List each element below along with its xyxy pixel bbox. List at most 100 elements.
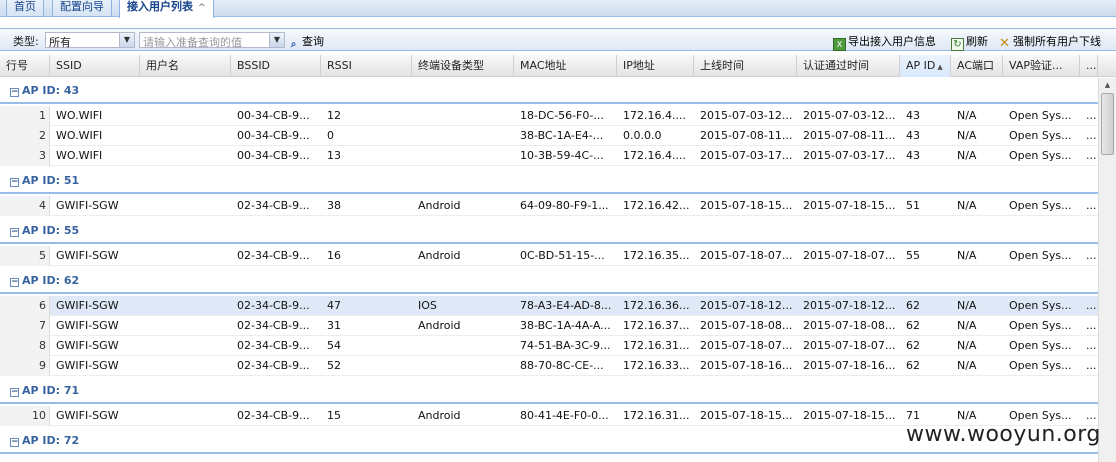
table-row[interactable]: 5 GWIFI-SGW 02-34-CB-9... 16 Android 0C-BD-51… (0, 246, 1098, 266)
collapse-icon[interactable]: − (10, 178, 19, 187)
refresh-button[interactable]: ↻ 刷新 (951, 33, 988, 51)
cell-auth-time: 2015-07-08-11... (803, 129, 896, 142)
cell-device-type (418, 106, 513, 126)
type-select[interactable]: 所有 ▼ (45, 32, 135, 49)
column-header-bssid[interactable]: BSSID (231, 55, 321, 77)
cell-username (146, 196, 230, 216)
group-header[interactable]: − AP ID: 55 (0, 218, 1098, 244)
scroll-up-icon[interactable]: ▲ (1101, 79, 1114, 91)
column-header-online-time[interactable]: 上线时间 (694, 55, 797, 77)
tab-home[interactable]: 首页 (6, 0, 44, 17)
chevron-down-icon[interactable]: ▼ (269, 33, 284, 47)
cell-device-type: IOS (418, 299, 437, 312)
cell-username (146, 106, 230, 126)
tab-close-icon[interactable]: ^ (198, 3, 206, 13)
column-header-mac[interactable]: MAC地址 (514, 55, 617, 77)
group-title-label: AP ID: 72 (22, 434, 80, 447)
export-button[interactable]: X 导出接入用户信息 (833, 33, 936, 51)
scroll-thumb[interactable] (1101, 93, 1114, 155)
cell-more: ... (1086, 299, 1097, 312)
export-excel-icon: X (833, 38, 846, 51)
column-header-label: 终端设备类型 (418, 59, 484, 72)
cell-online-time: 2015-07-03-12... (700, 109, 793, 122)
column-header-auth-time[interactable]: 认证通过时间 (797, 55, 900, 77)
group-title: − AP ID: 51 (10, 174, 79, 187)
table-row[interactable]: 3 WO.WIFI 00-34-CB-9... 13 10-3B-59-4C-... 17… (0, 146, 1098, 166)
cell-ip: 172.16.4.... (623, 109, 686, 122)
cell-ip: 172.16.31... (623, 409, 690, 422)
vertical-scrollbar[interactable]: ▲ (1098, 78, 1116, 462)
collapse-icon[interactable]: − (10, 388, 19, 397)
cell-mac: 18-DC-56-F0-... (520, 109, 604, 122)
cell-auth-time: 2015-07-18-07... (803, 339, 896, 352)
group-header[interactable]: − AP ID: 43 (0, 78, 1098, 104)
search-input[interactable]: 请输入准备查询的值 ▼ (139, 32, 285, 49)
column-header-label: MAC地址 (520, 59, 567, 72)
collapse-icon[interactable]: − (10, 88, 19, 97)
column-header-ac-port[interactable]: AC端口 (951, 55, 1003, 77)
column-header-label: BSSID (237, 59, 271, 72)
column-header-label: SSID (56, 59, 82, 72)
column-header-vap-auth[interactable]: VAP验证... (1003, 55, 1080, 77)
table-row[interactable]: 1 WO.WIFI 00-34-CB-9... 12 18-DC-56-F0-... 17… (0, 106, 1098, 126)
cell-online-time: 2015-07-18-08... (700, 319, 793, 332)
cell-ssid: GWIFI-SGW (56, 249, 119, 262)
cell-bssid: 02-34-CB-9... (237, 199, 310, 212)
kick-all-button[interactable]: ✕ 强制所有用户下线 (998, 33, 1101, 51)
tab-config-wizard[interactable]: 配置向导 (52, 0, 112, 17)
search-icon: ⌕ (290, 39, 297, 50)
cell-mac: 64-09-80-F9-1... (520, 199, 609, 212)
cell-bssid: 02-34-CB-9... (237, 359, 310, 372)
table-row[interactable]: 9 GWIFI-SGW 02-34-CB-9... 52 88-70-8C-CE-...… (0, 356, 1098, 376)
cell-online-time: 2015-07-18-12... (700, 299, 793, 312)
column-header-label: 行号 (6, 59, 28, 72)
cell-ssid: GWIFI-SGW (56, 199, 119, 212)
column-header-more[interactable]: ... (1080, 55, 1098, 77)
group-header[interactable]: − AP ID: 71 (0, 378, 1098, 404)
chevron-down-icon[interactable]: ▼ (119, 33, 134, 47)
query-button[interactable]: ⌕ 查询 (287, 33, 324, 52)
collapse-icon[interactable]: − (10, 438, 19, 447)
column-header-device-type[interactable]: 终端设备类型 (412, 55, 514, 77)
tab-access-user-list[interactable]: 接入用户列表 ^ (119, 0, 214, 18)
cell-vap-auth: Open Sys... (1009, 149, 1072, 162)
column-header-label: AC端口 (957, 59, 995, 72)
cell-vap-auth: Open Sys... (1009, 319, 1072, 332)
cell-bssid: 02-34-CB-9... (237, 249, 310, 262)
collapse-icon[interactable]: − (10, 228, 19, 237)
collapse-icon[interactable]: − (10, 278, 19, 287)
table-row[interactable]: 2 WO.WIFI 00-34-CB-9... 0 38-BC-1A-E4-... 0.0… (0, 126, 1098, 146)
cell-ip: 172.16.31... (623, 339, 690, 352)
table-row[interactable]: 4 GWIFI-SGW 02-34-CB-9... 38 Android 64-09-80… (0, 196, 1098, 216)
cell-online-time: 2015-07-18-07... (700, 249, 793, 262)
table-row[interactable]: 7 GWIFI-SGW 02-34-CB-9... 31 Android 38-BC-1A… (0, 316, 1098, 336)
tab-home-label: 首页 (14, 0, 36, 13)
refresh-icon: ↻ (951, 38, 964, 51)
column-header-ap-id[interactable]: AP ID ▲ (900, 55, 951, 77)
column-header-username[interactable]: 用户名 (140, 55, 231, 77)
cell-row-number: 6 (0, 296, 50, 316)
group-header[interactable]: − AP ID: 62 (0, 268, 1098, 294)
group-title-label: AP ID: 55 (22, 224, 80, 237)
group-title: − AP ID: 43 (10, 84, 79, 97)
table-row[interactable]: 8 GWIFI-SGW 02-34-CB-9... 54 74-51-BA-3C-9..… (0, 336, 1098, 356)
column-header-rssi[interactable]: RSSI (321, 55, 412, 77)
cell-bssid: 02-34-CB-9... (237, 339, 310, 352)
table-row[interactable]: 6 GWIFI-SGW 02-34-CB-9... 47 IOS 78-A3-E4-AD-… (0, 296, 1098, 316)
column-header-row-number[interactable]: 行号 (0, 55, 50, 77)
cell-rssi: 31 (327, 319, 341, 332)
cell-auth-time: 2015-07-18-15... (803, 199, 896, 212)
cell-ac-port: N/A (957, 339, 977, 352)
group-title: − AP ID: 62 (10, 274, 79, 287)
cell-auth-time: 2015-07-18-15... (803, 409, 896, 422)
cell-more: ... (1086, 249, 1097, 262)
cell-username (146, 246, 230, 266)
column-header-label: IP地址 (623, 59, 655, 72)
cell-ip: 172.16.37... (623, 319, 690, 332)
column-header-ssid[interactable]: SSID (50, 55, 140, 77)
cell-rssi: 12 (327, 109, 341, 122)
cell-ap-id: 62 (906, 299, 920, 312)
column-header-ip[interactable]: IP地址 (617, 55, 694, 77)
cell-row-number: 1 (0, 106, 50, 126)
group-header[interactable]: − AP ID: 51 (0, 168, 1098, 194)
